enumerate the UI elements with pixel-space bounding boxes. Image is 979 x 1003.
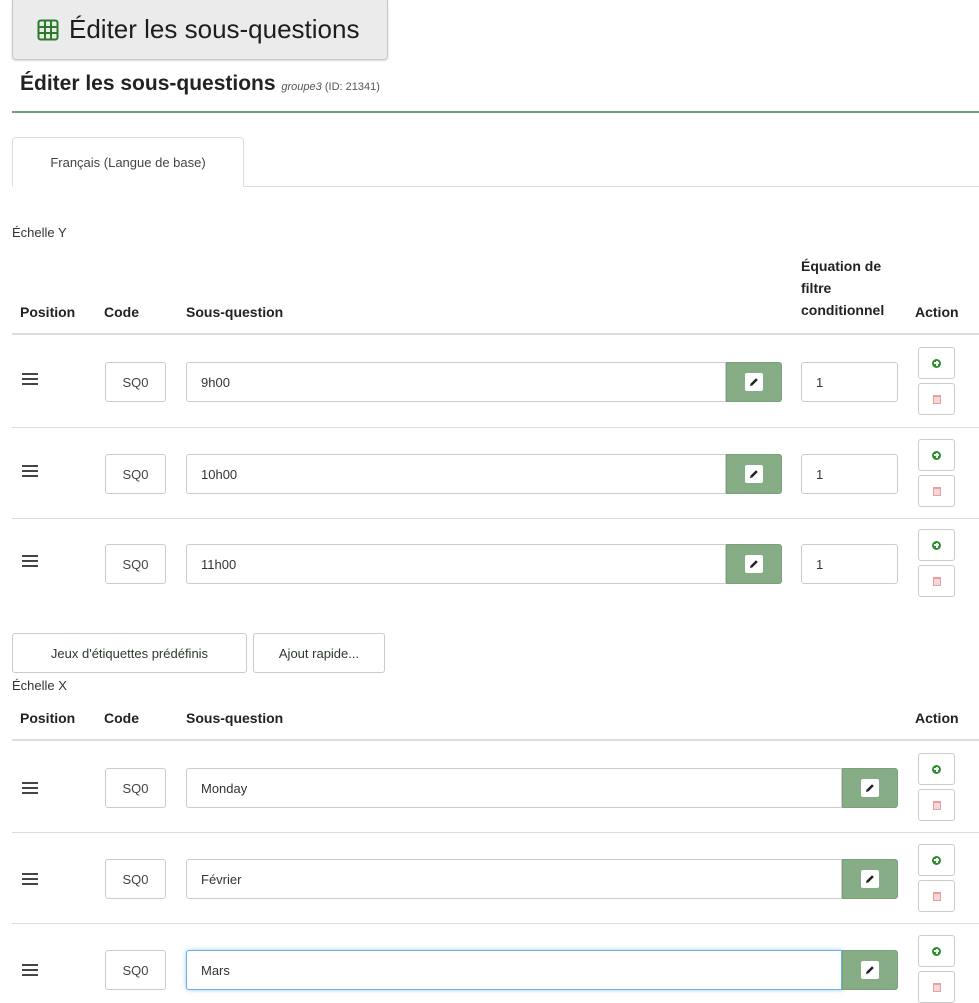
subquestion-input-focused[interactable]: Mars (186, 950, 842, 990)
header-filter-line3: conditionnel (801, 302, 885, 318)
add-row-button[interactable] (918, 529, 955, 561)
drag-handle-icon[interactable] (22, 373, 38, 388)
pencil-icon (861, 870, 879, 888)
scale-y-label: Échelle Y (12, 225, 67, 240)
group-name: groupe3 (281, 81, 322, 93)
drag-handle-icon[interactable] (22, 465, 38, 480)
pencil-icon (745, 555, 763, 573)
header-position: Position (20, 304, 76, 320)
row-divider (12, 832, 979, 833)
pencil-icon (745, 465, 763, 483)
edit-subquestions-button[interactable]: Éditer les sous-questions (12, 0, 388, 60)
code-input[interactable]: SQ0 (105, 950, 166, 990)
edit-button[interactable] (726, 454, 782, 494)
subquestion-input[interactable]: Février (186, 859, 842, 899)
header-code: Code (104, 710, 139, 726)
plus-circle-icon (932, 764, 941, 774)
header-filter-equation: Équation de filtre conditionnel (801, 255, 884, 321)
row-divider (12, 518, 979, 519)
edit-button[interactable] (842, 950, 898, 990)
subquestion-input[interactable]: Monday (186, 768, 842, 808)
header-filter-line2: filtre (801, 280, 832, 296)
header-divider (12, 739, 979, 741)
edit-button[interactable] (842, 768, 898, 808)
edit-button[interactable] (726, 544, 782, 584)
header-position: Position (20, 710, 76, 726)
group-info: groupe3 (ID: 21341) (281, 81, 379, 93)
page-title-text: Éditer les sous-questions (20, 72, 276, 95)
filter-equation-input[interactable]: 1 (801, 362, 898, 402)
add-row-button[interactable] (918, 347, 955, 379)
table-grid-icon (37, 19, 59, 40)
title-divider (12, 111, 979, 113)
header-divider (12, 333, 979, 335)
pencil-icon (745, 373, 763, 391)
drag-handle-icon[interactable] (22, 782, 38, 797)
row-divider (12, 923, 979, 924)
add-row-button[interactable] (918, 844, 955, 876)
trash-icon (932, 800, 941, 810)
code-input[interactable]: SQ0 (105, 454, 166, 494)
code-input[interactable]: SQ0 (105, 768, 166, 808)
tab-label: Français (Langue de base) (50, 154, 206, 170)
header-action: Action (915, 304, 959, 320)
header-subquestion: Sous-question (186, 710, 284, 726)
add-row-button[interactable] (918, 439, 955, 471)
delete-row-button[interactable] (918, 565, 955, 597)
subquestion-input[interactable]: 9h00 (186, 362, 726, 402)
trash-icon (932, 576, 941, 586)
drag-handle-icon[interactable] (22, 964, 38, 979)
delete-row-button[interactable] (918, 789, 955, 821)
question-id: (ID: 21341) (324, 81, 380, 93)
pencil-icon (861, 961, 879, 979)
drag-handle-icon[interactable] (22, 873, 38, 888)
edit-button[interactable] (842, 859, 898, 899)
code-input[interactable]: SQ0 (105, 859, 166, 899)
pencil-icon (861, 779, 879, 797)
code-input[interactable]: SQ0 (105, 544, 166, 584)
filter-equation-input[interactable]: 1 (801, 544, 898, 584)
row-divider (12, 427, 979, 428)
page-title: Éditer les sous-questions groupe3 (ID: 2… (20, 72, 380, 96)
tab-french-base-language[interactable]: Français (Langue de base) (12, 137, 244, 187)
plus-circle-icon (932, 450, 941, 460)
delete-row-button[interactable] (918, 475, 955, 507)
scale-x-label: Échelle X (12, 678, 67, 693)
header-action: Action (915, 710, 959, 726)
trash-icon (932, 982, 941, 992)
delete-row-button[interactable] (918, 880, 955, 912)
drag-handle-icon[interactable] (22, 555, 38, 570)
add-row-button[interactable] (918, 935, 955, 967)
filter-equation-input[interactable]: 1 (801, 454, 898, 494)
predefined-label-sets-button[interactable]: Jeux d'étiquettes prédéfinis (12, 633, 247, 673)
edit-button[interactable] (726, 362, 782, 402)
plus-circle-icon (932, 358, 941, 368)
quick-add-button[interactable]: Ajout rapide... (253, 633, 385, 673)
trash-icon (932, 394, 941, 404)
add-row-button[interactable] (918, 753, 955, 785)
delete-row-button[interactable] (918, 971, 955, 1003)
plus-circle-icon (932, 540, 941, 550)
delete-row-button[interactable] (918, 383, 955, 415)
subquestion-input[interactable]: 11h00 (186, 544, 726, 584)
plus-circle-icon (932, 946, 941, 956)
trash-icon (932, 891, 941, 901)
header-subquestion: Sous-question (186, 304, 284, 320)
header-code: Code (104, 304, 139, 320)
header-filter-line1: Équation de (801, 258, 882, 274)
plus-circle-icon (932, 855, 941, 865)
trash-icon (932, 486, 941, 496)
subquestion-input[interactable]: 10h00 (186, 454, 726, 494)
code-input[interactable]: SQ0 (105, 362, 166, 402)
edit-subquestions-button-label: Éditer les sous-questions (69, 14, 360, 44)
